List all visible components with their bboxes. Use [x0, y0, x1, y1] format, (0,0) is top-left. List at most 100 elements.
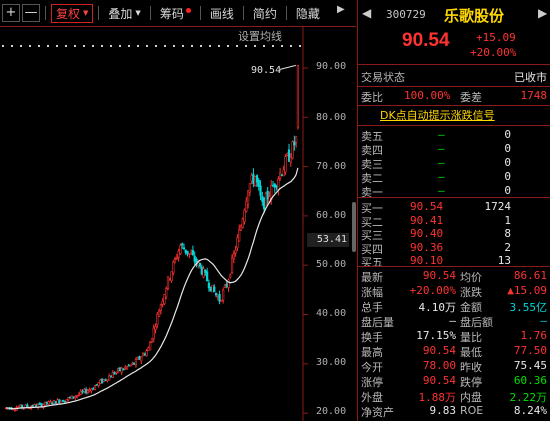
candle-body	[188, 252, 191, 255]
overlay-dropdown[interactable]: 叠加 ▼	[104, 4, 144, 23]
candle-body	[202, 268, 205, 278]
candle-body	[246, 190, 250, 205]
stat-value: 90.54	[422, 269, 456, 282]
simple-mode-button[interactable]: 简约	[249, 4, 281, 23]
candle-body	[47, 401, 50, 405]
price-change-pct: +20.00%	[470, 46, 517, 59]
grid-dot	[29, 45, 31, 47]
candle-body	[49, 401, 52, 403]
candle-body	[257, 179, 260, 187]
candle-body	[282, 169, 285, 177]
candle-body	[108, 375, 111, 381]
candle-body	[264, 193, 267, 206]
candle-body	[229, 274, 232, 278]
ask-volume: 0	[504, 142, 511, 155]
adjust-dropdown[interactable]: 复权 ▼	[51, 3, 94, 23]
axis-tick-label: 20.00	[316, 406, 347, 417]
candle-body	[295, 136, 298, 143]
grid-dot	[218, 45, 220, 47]
candle-body	[250, 175, 253, 182]
candle-body	[209, 286, 212, 292]
candle-body	[97, 382, 100, 386]
candle-body	[156, 313, 159, 326]
caret-down-icon: ▼	[135, 9, 141, 17]
candle-body	[63, 400, 66, 403]
candle-body	[182, 247, 186, 250]
next-stock-icon[interactable]: ▶	[538, 6, 547, 20]
grid-dot	[209, 45, 211, 47]
adjust-label: 复权	[56, 6, 81, 21]
ask-volume: 0	[504, 156, 511, 169]
stat-label: ROE	[460, 404, 484, 417]
collapse-arrow-icon[interactable]: ▶	[337, 4, 345, 15]
candle-body	[45, 401, 49, 405]
candle-body	[213, 286, 216, 293]
ask-price: —	[438, 156, 445, 169]
dk-signal-link[interactable]: DK点自动提示涨跌信号	[380, 107, 495, 123]
candle-body	[223, 284, 227, 288]
grid-dot	[272, 45, 274, 47]
moving-average-line	[5, 167, 299, 410]
candle-body	[174, 258, 177, 260]
candle-body	[76, 395, 79, 397]
quote-panel: ◀ 300729 乐歌股份 ▶ 90.54 +15.09 +20.00% 交易状…	[357, 0, 550, 421]
bid-volume: 1	[504, 213, 511, 227]
grid-dot	[191, 45, 193, 47]
candle-body	[259, 185, 262, 196]
candle-body	[115, 371, 118, 374]
grid-dot	[236, 45, 238, 47]
grid-dot	[164, 45, 166, 47]
ma-setting-button[interactable]: 设置均线	[238, 28, 282, 44]
order-ratio-row: 委比 100.00% 委差 1748	[358, 88, 550, 105]
stock-code: 300729	[386, 8, 426, 21]
candle-body	[67, 397, 70, 400]
candle-body	[222, 289, 225, 301]
stock-header: ◀ 300729 乐歌股份 ▶	[358, 5, 550, 25]
divider	[149, 6, 151, 20]
grid-dot	[47, 45, 49, 47]
candle-body	[93, 385, 97, 391]
candle-body	[81, 390, 84, 393]
candle-body	[168, 278, 171, 280]
candle-body	[86, 390, 89, 393]
stat-value: 9.83	[429, 404, 457, 417]
candle-body	[218, 294, 221, 302]
candle-body	[44, 401, 47, 406]
draw-line-button[interactable]: 画线	[206, 4, 238, 23]
peak-price-label: 90.54	[251, 65, 281, 76]
grid-dot	[119, 45, 121, 47]
candle-body	[261, 195, 264, 202]
candle-body	[220, 299, 223, 302]
grid-dot	[146, 45, 148, 47]
hide-button[interactable]: 隐藏	[292, 4, 324, 23]
chips-button[interactable]: 筹码	[156, 4, 195, 23]
candle-body	[138, 356, 141, 360]
candle-body	[254, 176, 257, 187]
stat-value: +20.00%	[409, 284, 456, 297]
prev-stock-icon[interactable]: ◀	[362, 6, 371, 20]
stat-value: 77.50	[513, 344, 547, 357]
grid-dot	[2, 45, 4, 47]
candle-body	[207, 282, 211, 289]
candle-body	[145, 350, 148, 357]
bid-volume: 2	[504, 240, 511, 254]
candle-body	[136, 357, 139, 360]
candle-body	[74, 396, 77, 399]
candle-body	[252, 173, 255, 184]
candle-body	[291, 141, 294, 159]
grid-dot	[227, 45, 229, 47]
scrollbar-thumb[interactable]	[352, 202, 356, 252]
bid-price: 90.40	[410, 227, 444, 240]
candle-body	[147, 347, 150, 351]
stat-value: 78.00	[422, 359, 456, 372]
stock-name: 乐歌股份	[444, 7, 505, 25]
kline-chart[interactable]: 设置均线 90.54 90.00 80.00 70.00 60.00 50.00…	[0, 26, 356, 421]
candle-body	[170, 271, 173, 282]
zoom-out-button[interactable]: —	[22, 4, 40, 22]
grid-dot	[74, 45, 76, 47]
candle-body	[149, 342, 152, 351]
zoom-in-button[interactable]: +	[2, 4, 20, 22]
stat-value: 75.45	[513, 359, 547, 372]
candle-body	[216, 296, 219, 298]
candle-body	[277, 178, 280, 190]
